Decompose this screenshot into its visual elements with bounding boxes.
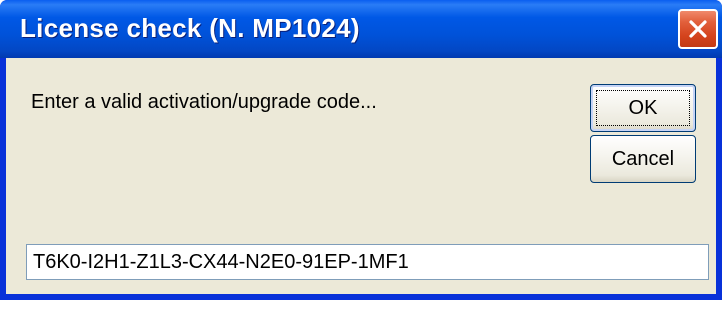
title-bar[interactable]: License check (N. MP1024) — [0, 0, 722, 58]
activation-code-input[interactable] — [26, 244, 709, 280]
dialog-client-area: Enter a valid activation/upgrade code...… — [6, 58, 716, 294]
ok-button[interactable]: OK — [590, 84, 696, 132]
close-button[interactable] — [678, 9, 718, 49]
ok-button-label: OK — [628, 97, 658, 119]
window-title: License check (N. MP1024) — [20, 13, 360, 43]
license-dialog-window: License check (N. MP1024) Enter a valid … — [0, 0, 722, 300]
cancel-button[interactable]: Cancel — [590, 135, 696, 183]
window-bottom-border — [0, 294, 722, 300]
cancel-button-label: Cancel — [611, 148, 675, 170]
prompt-label: Enter a valid activation/upgrade code... — [31, 91, 377, 113]
